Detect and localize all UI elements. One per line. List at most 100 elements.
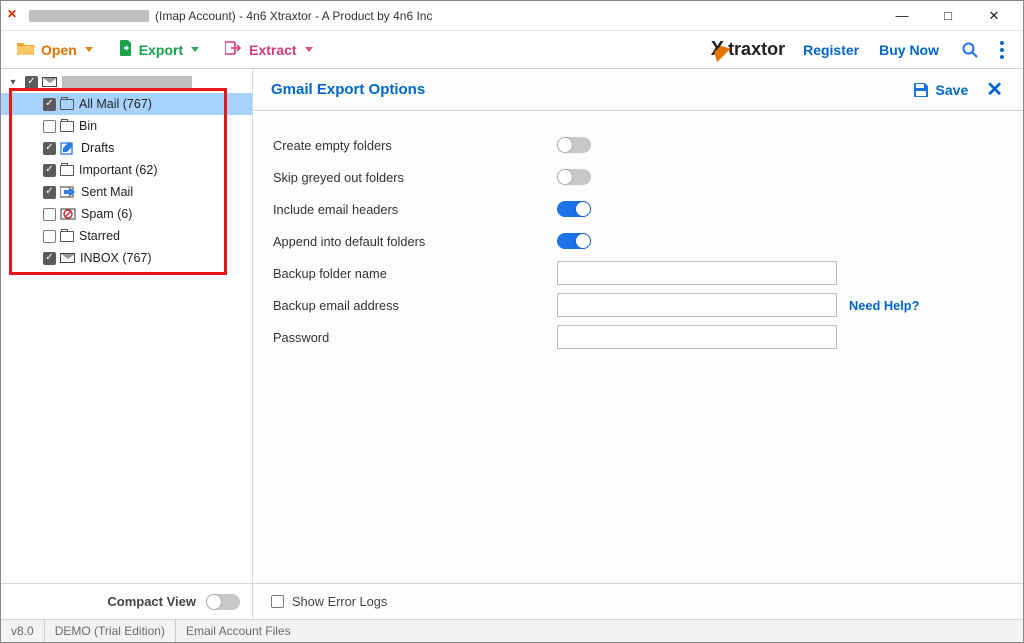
option-row: Skip greyed out folders — [273, 161, 1003, 193]
option-row: Create empty folders — [273, 129, 1003, 161]
main-area: All Mail (767) Bin Drafts Important (62) Sen… — [1, 69, 1023, 619]
checkbox[interactable] — [43, 120, 56, 133]
close-window-button[interactable]: ✕ — [971, 1, 1017, 31]
open-label: Open — [41, 42, 77, 58]
field-label: Password — [273, 330, 557, 345]
extract-label: Extract — [249, 42, 296, 58]
title-account-redacted — [29, 10, 149, 22]
open-folder-icon — [17, 41, 35, 58]
tree-item-spam[interactable]: Spam (6) — [1, 203, 252, 225]
field-input[interactable] — [557, 293, 837, 317]
content-footer: Show Error Logs — [253, 583, 1023, 619]
folder-icon — [60, 231, 74, 242]
content-panel: Gmail Export Options Save ✕ Create empty… — [253, 69, 1023, 619]
open-menu-button[interactable]: Open — [11, 37, 99, 62]
option-row: Include email headers — [273, 193, 1003, 225]
folder-tree: All Mail (767) Bin Drafts Important (62) Sen… — [1, 69, 252, 583]
tree-item-all-mail[interactable]: All Mail (767) — [1, 93, 252, 115]
checkbox[interactable] — [43, 98, 56, 111]
folder-icon — [60, 165, 74, 176]
folder-label: Bin — [79, 119, 97, 133]
compact-view-toggle[interactable] — [206, 594, 240, 610]
option-toggle[interactable] — [557, 169, 591, 185]
field-row: Password — [273, 321, 1003, 353]
close-panel-button[interactable]: ✕ — [984, 77, 1005, 102]
folder-icon — [60, 121, 74, 132]
logo-text: traxtor — [728, 39, 785, 60]
caret-down-icon — [191, 47, 199, 52]
folder-label: Spam (6) — [81, 207, 132, 221]
tree-item-sent-mail[interactable]: Sent Mail — [1, 181, 252, 203]
app-window: (Imap Account) - 4n6 Xtraxtor - A Produc… — [0, 0, 1024, 643]
toolbar: Open Export Extract X traxtor Register B… — [1, 31, 1023, 69]
help-link[interactable]: Need Help? — [849, 298, 919, 313]
field-row: Backup email address Need Help? — [273, 289, 1003, 321]
buy-now-link[interactable]: Buy Now — [879, 42, 939, 58]
export-label: Export — [139, 42, 183, 58]
mail-icon — [60, 253, 75, 263]
tree-root-row[interactable] — [1, 71, 252, 93]
checkbox[interactable] — [43, 186, 56, 199]
panel-title: Gmail Export Options — [271, 81, 425, 98]
export-menu-button[interactable]: Export — [113, 36, 205, 63]
tree-item-drafts[interactable]: Drafts — [1, 137, 252, 159]
checkbox[interactable] — [43, 230, 56, 243]
checkbox[interactable] — [25, 76, 38, 89]
field-input[interactable] — [557, 325, 837, 349]
tree-item-inbox[interactable]: INBOX (767) — [1, 247, 252, 269]
option-toggle[interactable] — [557, 201, 591, 217]
extract-menu-button[interactable]: Extract — [219, 37, 318, 62]
maximize-button[interactable]: □ — [925, 1, 971, 31]
tree-item-bin[interactable]: Bin — [1, 115, 252, 137]
option-label: Create empty folders — [273, 138, 557, 153]
expand-toggle-icon[interactable] — [7, 76, 19, 88]
window-title: (Imap Account) - 4n6 Xtraxtor - A Produc… — [155, 9, 432, 23]
option-toggle[interactable] — [557, 233, 591, 249]
folder-label: Drafts — [81, 141, 114, 155]
compact-view-label: Compact View — [107, 594, 196, 609]
root-account-redacted — [62, 76, 192, 88]
titlebar: (Imap Account) - 4n6 Xtraxtor - A Produc… — [1, 1, 1023, 31]
option-toggle[interactable] — [557, 137, 591, 153]
save-button[interactable]: Save — [912, 81, 969, 99]
checkbox[interactable] — [43, 142, 56, 155]
checkbox[interactable] — [43, 208, 56, 221]
caret-down-icon — [85, 47, 93, 52]
save-label: Save — [936, 82, 969, 98]
caret-down-icon — [305, 47, 313, 52]
extract-icon — [225, 41, 243, 58]
logo-x-icon: X — [711, 38, 724, 61]
status-edition: DEMO (Trial Edition) — [45, 620, 176, 642]
status-version: v8.0 — [1, 620, 45, 642]
field-row: Backup folder name — [273, 257, 1003, 289]
register-link[interactable]: Register — [803, 42, 859, 58]
tree-item-important[interactable]: Important (62) — [1, 159, 252, 181]
option-label: Include email headers — [273, 202, 557, 217]
show-error-logs-checkbox[interactable] — [271, 595, 284, 608]
draft-icon — [60, 141, 76, 155]
content-header: Gmail Export Options Save ✕ — [253, 69, 1023, 111]
app-icon — [7, 8, 23, 24]
field-input[interactable] — [557, 261, 837, 285]
option-row: Append into default folders — [273, 225, 1003, 257]
folder-sidebar: All Mail (767) Bin Drafts Important (62) Sen… — [1, 69, 253, 619]
window-controls: — □ ✕ — [879, 1, 1017, 31]
field-label: Backup email address — [273, 298, 557, 313]
checkbox[interactable] — [43, 252, 56, 265]
option-label: Skip greyed out folders — [273, 170, 557, 185]
more-menu-button[interactable] — [991, 39, 1013, 61]
sent-icon — [60, 185, 76, 199]
brand-logo: X traxtor — [711, 38, 785, 61]
export-file-icon — [119, 40, 133, 59]
show-error-logs-label: Show Error Logs — [292, 594, 387, 609]
field-label: Backup folder name — [273, 266, 557, 281]
folder-label: Important (62) — [79, 163, 158, 177]
option-label: Append into default folders — [273, 234, 557, 249]
tree-item-starred[interactable]: Starred — [1, 225, 252, 247]
folder-label: Sent Mail — [81, 185, 133, 199]
search-icon[interactable] — [959, 39, 981, 61]
minimize-button[interactable]: — — [879, 1, 925, 31]
checkbox[interactable] — [43, 164, 56, 177]
statusbar: v8.0 DEMO (Trial Edition) Email Account … — [1, 619, 1023, 642]
folder-label: All Mail (767) — [79, 97, 152, 111]
